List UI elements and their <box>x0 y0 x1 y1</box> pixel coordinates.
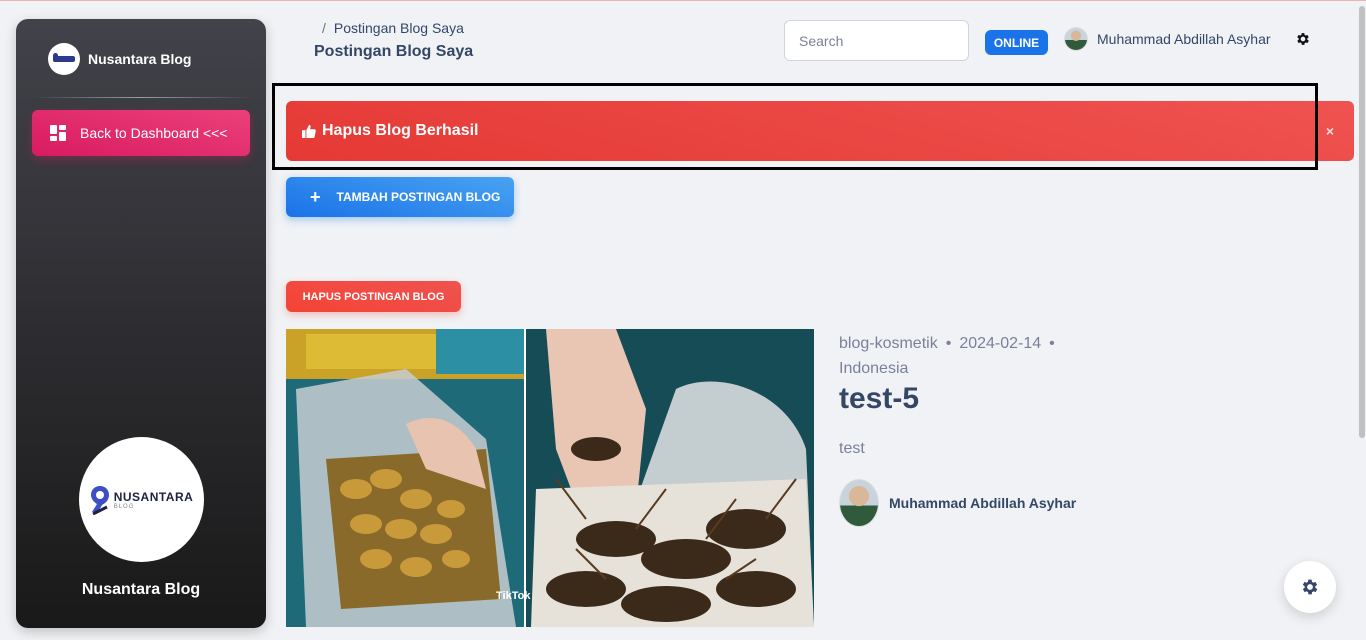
logo-text-main: NUSANTARA <box>113 489 194 504</box>
nusantara-logo: NUSANTARA BLOG <box>79 437 204 562</box>
tiktok-watermark: TikTok <box>496 590 531 602</box>
dashboard-icon <box>50 125 66 141</box>
gear-icon <box>1302 579 1318 595</box>
header-user-name: Muhammad Abdillah Asyhar <box>1097 31 1271 47</box>
post-date: 2024-02-14 <box>959 335 1042 352</box>
post-category[interactable]: blog-kosmetik <box>839 335 938 352</box>
close-icon[interactable]: × <box>1326 123 1334 139</box>
add-blog-post-button[interactable]: + TAMBAH POSTINGAN BLOG <box>286 177 514 217</box>
header-user[interactable]: Muhammad Abdillah Asyhar <box>1064 27 1271 51</box>
search-input[interactable] <box>784 20 969 61</box>
page-title: Postingan Blog Saya <box>314 43 474 60</box>
post-meta: blog-kosmetik • 2024-02-14 • Indonesia <box>839 335 1055 377</box>
sidebar-footer-name: Nusantara Blog <box>81 581 201 598</box>
post-author[interactable]: Muhammad Abdillah Asyhar <box>839 479 1076 527</box>
sidebar-divider <box>32 97 250 98</box>
gear-icon[interactable] <box>1295 31 1311 47</box>
floating-settings-button[interactable] <box>1284 561 1336 613</box>
breadcrumb: / Postingan Blog Saya <box>322 20 464 36</box>
plus-icon: + <box>310 187 321 207</box>
post-title[interactable]: test-5 <box>839 382 919 416</box>
alert-highlight-outline <box>272 83 1318 170</box>
back-to-dashboard-button[interactable]: Back to Dashboard <<< <box>32 110 250 156</box>
brand-name: Nusantara Blog <box>88 51 192 67</box>
add-blog-post-label: TAMBAH POSTINGAN BLOG <box>336 190 501 204</box>
brand[interactable]: Nusantara Blog <box>48 43 191 75</box>
page-scrollbar[interactable] <box>1358 1 1366 640</box>
sidebar: Nusantara Blog Back to Dashboard <<< NUS… <box>16 19 266 628</box>
post-photo: TikTok <box>286 329 814 627</box>
delete-blog-post-button[interactable]: HAPUS POSTINGAN BLOG <box>286 281 461 312</box>
breadcrumb-separator: / <box>322 20 326 36</box>
post-location: Indonesia <box>839 360 909 377</box>
post-image[interactable]: TikTok <box>286 329 814 627</box>
post-author-name: Muhammad Abdillah Asyhar <box>889 495 1077 511</box>
breadcrumb-current[interactable]: Postingan Blog Saya <box>334 20 464 36</box>
scrollbar-thumb[interactable] <box>1359 6 1365 438</box>
avatar <box>1064 27 1088 51</box>
back-to-dashboard-label: Back to Dashboard <<< <box>80 125 228 141</box>
avatar <box>839 479 879 527</box>
post-excerpt: test <box>839 440 865 457</box>
status-badge: ONLINE <box>985 30 1048 55</box>
map-pin-logo-icon <box>90 485 109 515</box>
logo-text-sub: BLOG <box>113 503 135 510</box>
brand-logo-icon <box>48 43 80 75</box>
